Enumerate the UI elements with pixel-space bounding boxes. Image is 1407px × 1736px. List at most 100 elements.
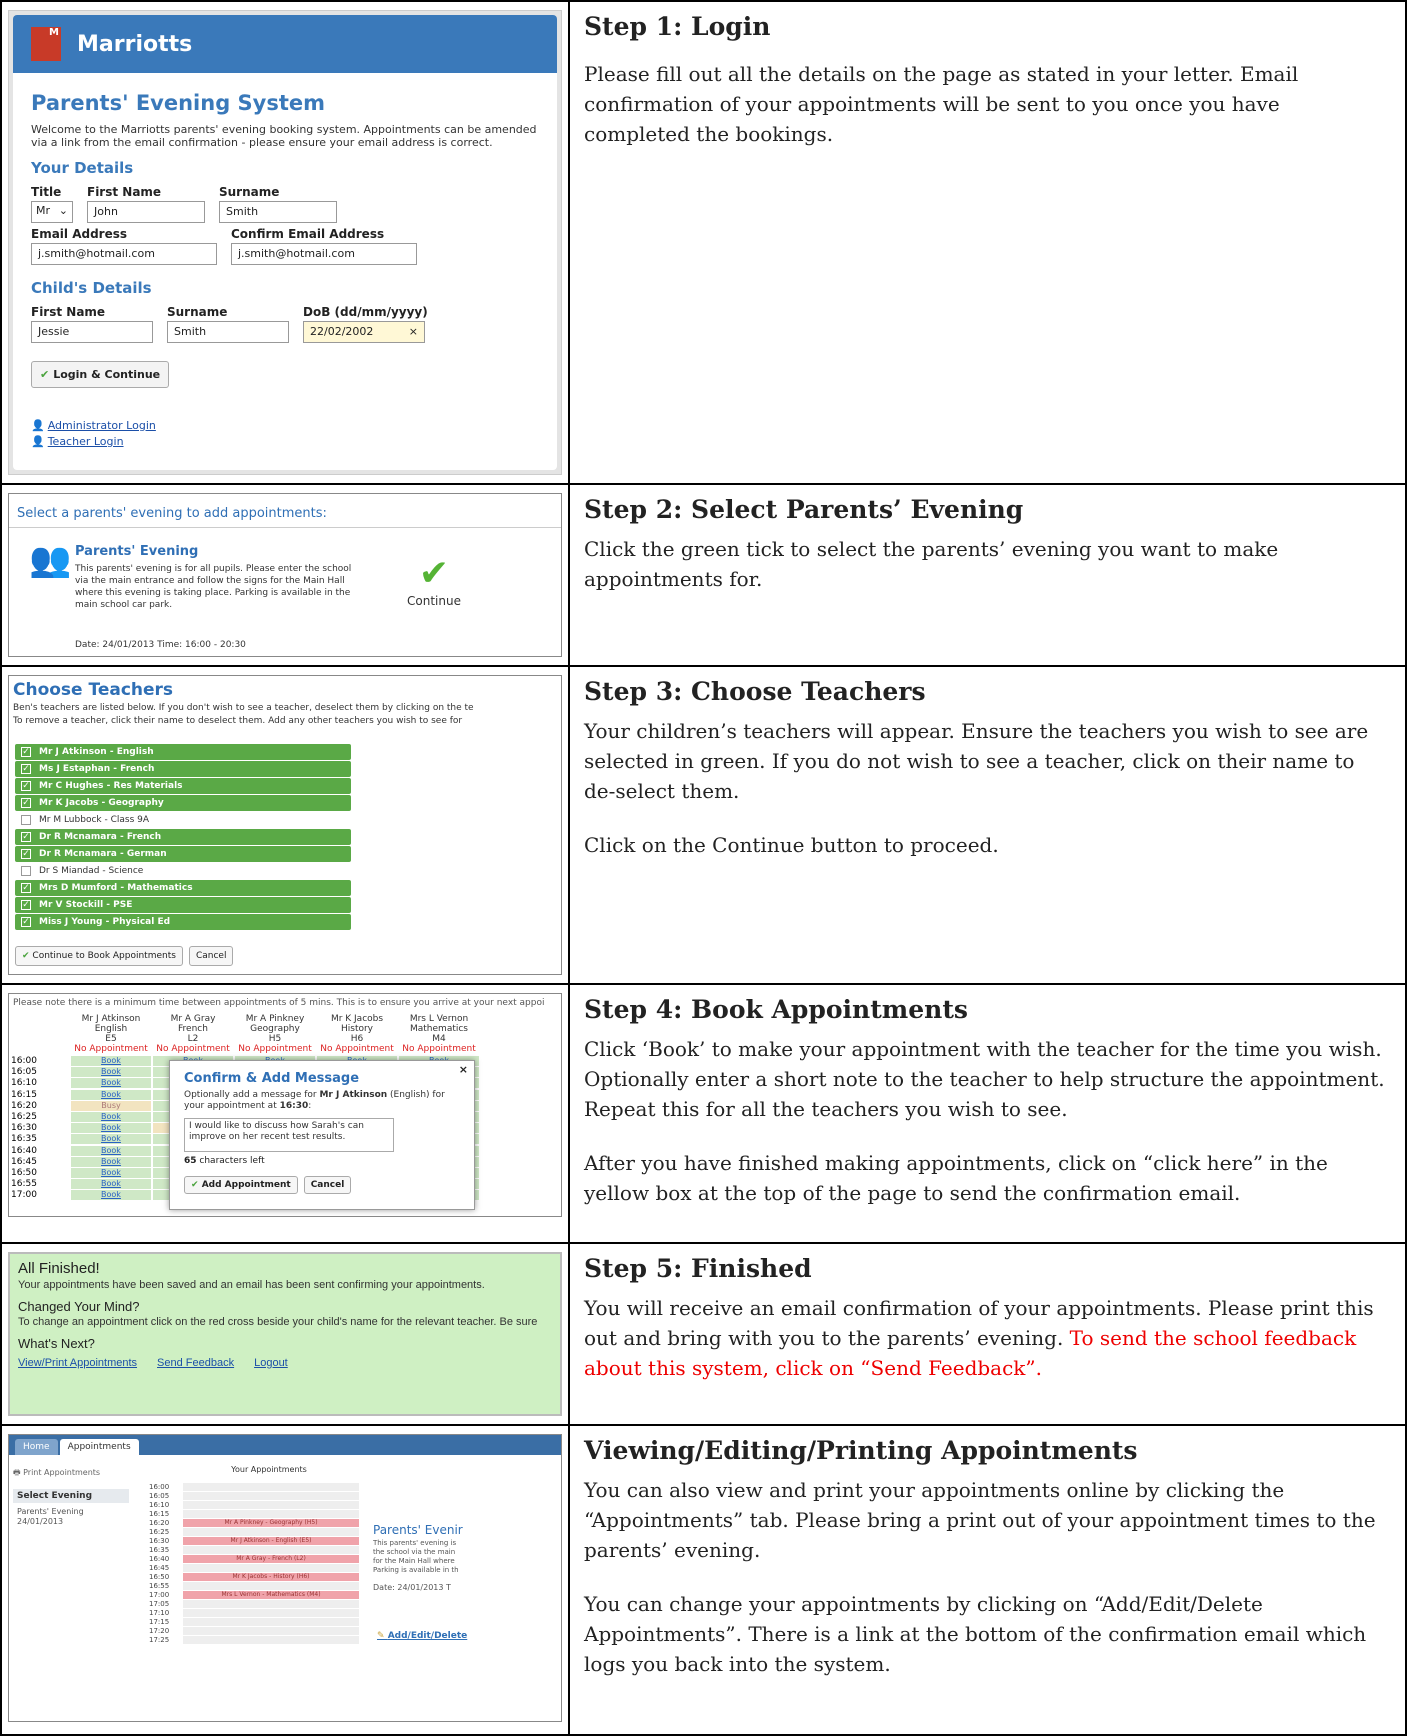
message-textarea[interactable]: I would like to discuss how Sarah's can …	[184, 1118, 394, 1152]
email-label: Email Address	[31, 227, 128, 241]
confirm-email-field[interactable]: j.smith@hotmail.com	[231, 243, 417, 265]
surname-field[interactable]: Smith	[219, 201, 337, 223]
tab-appointments[interactable]: Appointments	[59, 1439, 139, 1455]
child-first-name-field[interactable]: Jessie	[31, 321, 153, 343]
screenshot-cell-appointments: Home Appointments 🖶 Print Appointments S…	[0, 1424, 570, 1736]
teacher-item[interactable]: ✓ Dr R Mcnamara - German	[15, 846, 351, 862]
teacher-item[interactable]: ✓ Mr V Stockill - PSE	[15, 897, 351, 913]
continue-to-book-button[interactable]: ✔ Continue to Book Appointments	[15, 946, 183, 966]
teacher-subject: Mathematics	[410, 1024, 468, 1034]
teacher-item[interactable]: Mr M Lubbock - Class 9A	[15, 812, 351, 828]
teacher-name: Mr M Lubbock - Class 9A	[39, 815, 149, 825]
confirm-message-dialog: × Confirm & Add Message Optionally add a…	[169, 1060, 475, 1210]
slot-time: 16:45	[149, 1564, 170, 1572]
empty-slot	[183, 1483, 359, 1491]
book-link[interactable]: Book	[71, 1089, 151, 1100]
checked-checkbox-icon[interactable]: ✓	[21, 900, 31, 910]
clear-icon[interactable]: ×	[409, 325, 418, 338]
book-link[interactable]: Book	[71, 1134, 151, 1145]
book-link[interactable]: Book	[71, 1078, 151, 1089]
logout-link[interactable]: Logout	[254, 1357, 288, 1369]
administrator-login-link[interactable]: Administrator Login	[48, 419, 156, 432]
checked-checkbox-icon[interactable]: ✓	[21, 747, 31, 757]
view-print-appointments-link[interactable]: View/Print Appointments	[18, 1357, 137, 1369]
book-link[interactable]: Book	[71, 1112, 151, 1122]
teacher-item[interactable]: ✓ Mr K Jacobs - Geography	[15, 795, 351, 811]
booked-appointment: Mrs L Vernon - Mathematics (M4)	[183, 1591, 359, 1599]
appointment-slot: 17:20	[149, 1627, 359, 1636]
checked-checkbox-icon[interactable]: ✓	[21, 883, 31, 893]
checkbox-icon[interactable]	[21, 866, 31, 876]
close-icon[interactable]: ×	[459, 1063, 468, 1076]
teacher-item[interactable]: ✓ Ms J Estaphan - French	[15, 761, 351, 777]
checked-checkbox-icon[interactable]: ✓	[21, 917, 31, 927]
step-text: Click ‘Book’ to make your appointment wi…	[584, 1037, 1385, 1121]
email-field[interactable]: j.smith@hotmail.com	[31, 243, 217, 265]
event-date-time: Date: 24/01/2013 Time: 16:00 - 20:30	[75, 640, 246, 650]
appointment-times: 16:00 16:05 16:10 16:15 16:20 Mr A Pinkney - …	[149, 1483, 359, 1645]
checked-checkbox-icon[interactable]: ✓	[21, 764, 31, 774]
appointment-slot: 17:05	[149, 1600, 359, 1609]
description-cell-step-4: Step 4: Book Appointments Click ‘Book’ t…	[568, 983, 1407, 1244]
teacher-name: Mr V Stockill - PSE	[39, 900, 133, 910]
book-link[interactable]: Book	[71, 1190, 151, 1201]
checked-checkbox-icon[interactable]: ✓	[21, 781, 31, 791]
first-name-field[interactable]: John	[87, 201, 205, 223]
dob-field[interactable]: 22/02/2002 ×	[303, 321, 425, 343]
login-continue-button[interactable]: ✔ Login & Continue	[31, 361, 170, 388]
add-edit-delete-link[interactable]: ✎ Add/Edit/Delete	[377, 1631, 467, 1641]
book-link[interactable]: Book	[71, 1067, 151, 1078]
cancel-button[interactable]: Cancel	[188, 946, 234, 966]
green-tick-icon[interactable]: ✔	[399, 554, 469, 594]
appointment-slot: 16:50 Mr K Jacobs - History (H6)	[149, 1573, 359, 1582]
checked-checkbox-icon[interactable]: ✓	[21, 832, 31, 842]
add-appointment-button[interactable]: ✔ Add Appointment	[184, 1176, 298, 1194]
screenshot-cell-book-appointments: Please note there is a minimum time betw…	[0, 983, 570, 1244]
book-link[interactable]: Book	[71, 1168, 151, 1178]
send-feedback-link[interactable]: Send Feedback	[157, 1357, 234, 1369]
teacher-name: Dr S Miandad - Science	[39, 866, 144, 876]
appointment-slot: 16:45	[149, 1564, 359, 1573]
book-link[interactable]: Book	[71, 1156, 151, 1167]
saved-text: Your appointments have been saved and an…	[18, 1279, 485, 1291]
teacher-item[interactable]: ✓ Dr R Mcnamara - French	[15, 829, 351, 845]
teacher-room: H5	[268, 1034, 282, 1044]
checked-checkbox-icon[interactable]: ✓	[21, 849, 31, 859]
teacher-item[interactable]: ✓ Mrs D Mumford - Mathematics	[15, 880, 351, 896]
book-link[interactable]: Book	[71, 1123, 151, 1134]
slot-time: 16:00	[149, 1483, 170, 1491]
step-text: You will receive an email confirmation o…	[584, 1296, 1374, 1380]
appointment-slot: 16:20 Mr A Pinkney - Geography (H5)	[149, 1519, 359, 1528]
teacher-login-link[interactable]: Teacher Login	[48, 435, 124, 448]
step-text: You can change your appointments by clic…	[584, 1592, 1367, 1676]
evening-list-item[interactable]: Parents' Evening 24/01/2013	[13, 1503, 129, 1531]
time-label: 16:40	[11, 1145, 37, 1156]
teacher-item[interactable]: ✓ Mr J Atkinson - English	[15, 744, 351, 760]
empty-slot	[183, 1528, 359, 1536]
time-label: 16:30	[11, 1123, 37, 1134]
continue-button[interactable]: ✔ Continue	[399, 554, 469, 609]
child-surname-field[interactable]: Smith	[167, 321, 289, 343]
teacher-item[interactable]: Dr S Miandad - Science	[15, 863, 351, 879]
appointment-slot: 16:30 Mr J Atkinson - English (E5)	[149, 1537, 359, 1546]
chevron-down-icon: ⌄	[58, 204, 68, 217]
select-evening-heading: Select Evening	[13, 1489, 129, 1503]
checkbox-icon[interactable]	[21, 815, 31, 825]
screenshot-cell-choose-teachers: Choose Teachers Ben's teachers are liste…	[0, 665, 570, 985]
teacher-item[interactable]: ✓ Mr C Hughes - Res Materials	[15, 778, 351, 794]
teacher-column-header: Mr A Pinkney Geography H5 No Appointment	[235, 1014, 315, 1054]
book-link[interactable]: Book	[71, 1056, 151, 1066]
cancel-button[interactable]: Cancel	[303, 1176, 352, 1194]
empty-slot	[183, 1546, 359, 1554]
teacher-name: Miss J Young - Physical Ed	[39, 917, 171, 927]
select-evening-heading: Select a parents' evening to add appoint…	[9, 494, 561, 528]
book-link[interactable]: Book	[71, 1179, 151, 1190]
checked-checkbox-icon[interactable]: ✓	[21, 798, 31, 808]
teacher-item[interactable]: ✓ Miss J Young - Physical Ed	[15, 914, 351, 930]
empty-slot	[183, 1582, 359, 1590]
time-label: 16:05	[11, 1067, 37, 1078]
print-appointments-link[interactable]: 🖶 Print Appointments	[13, 1467, 129, 1481]
tab-home[interactable]: Home	[15, 1439, 58, 1455]
book-link[interactable]: Book	[71, 1145, 151, 1156]
title-select[interactable]: Mr ⌄	[31, 201, 73, 223]
